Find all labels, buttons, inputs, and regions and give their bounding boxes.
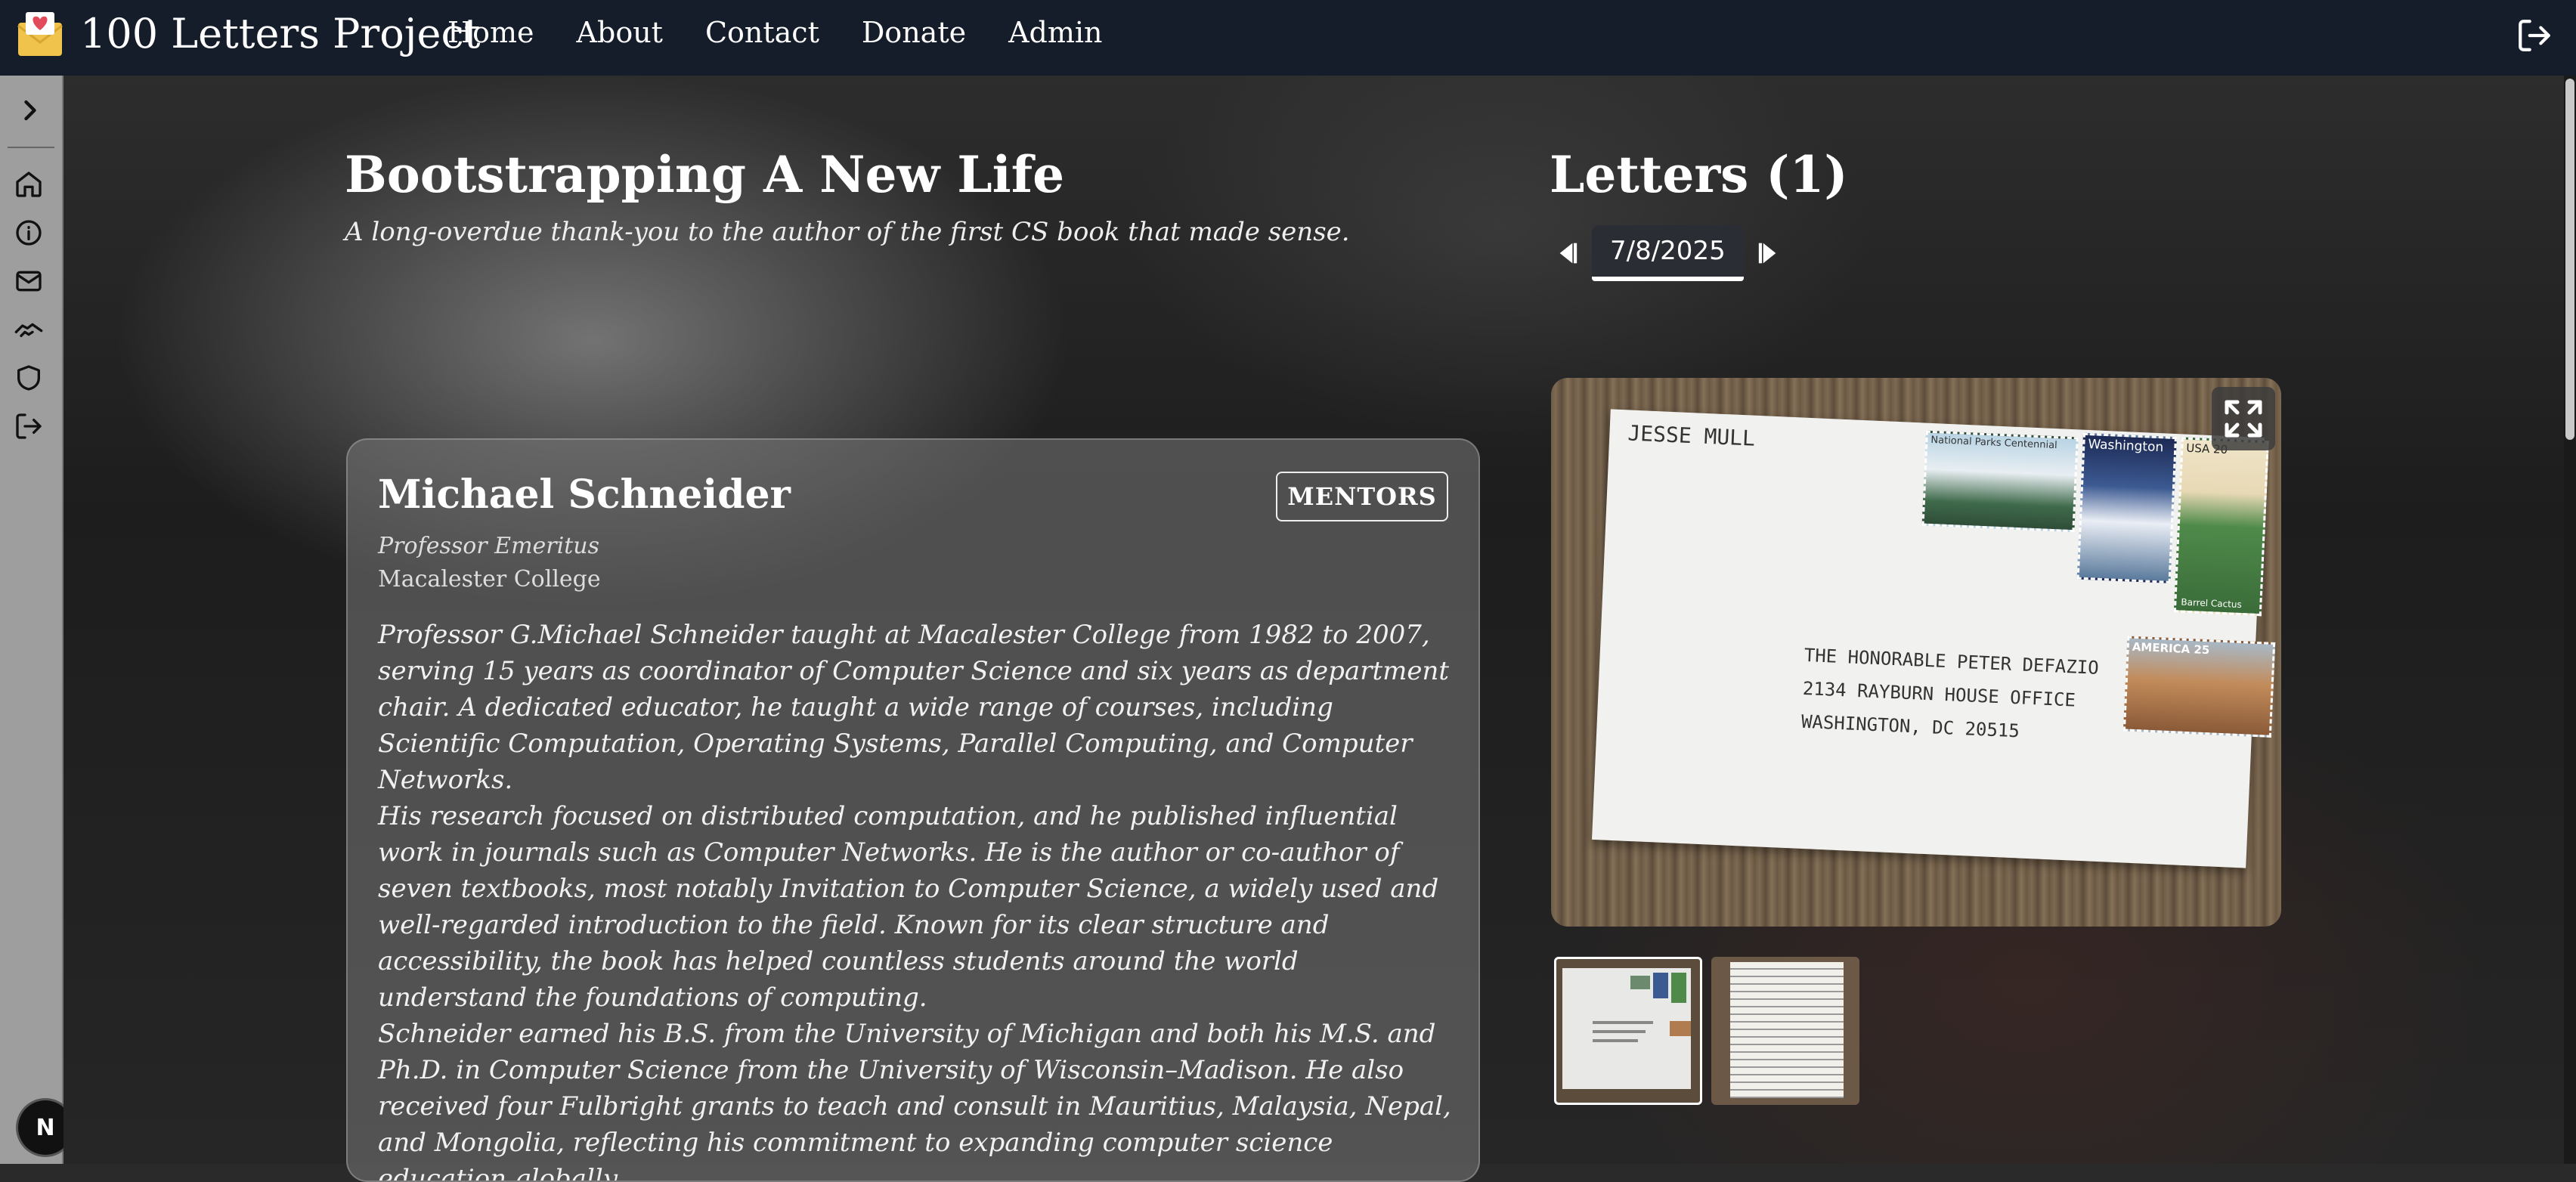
fullscreen-expand-icon[interactable] [2212, 387, 2275, 450]
nav-links: Home About Contact Donate Admin [447, 14, 1145, 51]
nav-home-link[interactable]: Home [447, 14, 534, 51]
recipient-name: Michael Schneider [378, 472, 791, 518]
nav-donate-link[interactable]: Donate [862, 14, 966, 51]
letters-title: Letters (1) [1550, 145, 1848, 204]
stamp: Washington [2076, 432, 2177, 583]
stamp-label: AMERICA 25 [2132, 639, 2210, 658]
handshake-icon[interactable] [14, 314, 44, 345]
envelope-address-line: WASHINGTON, DC 20515 [1800, 710, 2020, 742]
next-letter-icon[interactable] [1754, 238, 1785, 268]
stamp-label: National Parks Centennial [1930, 434, 2058, 452]
envelope-sender: JESSE MULL [1627, 420, 1756, 451]
love-letter-logo-icon[interactable] [15, 9, 65, 59]
mail-icon[interactable] [14, 266, 44, 296]
envelope-address-line: THE HONORABLE PETER DEFAZIO [1804, 644, 2100, 679]
envelope-address-line: 2134 RAYBURN HOUSE OFFICE [1802, 677, 2076, 711]
thumbnail-letter-image [1730, 962, 1844, 1098]
sidebar-divider [8, 147, 54, 148]
bio-paragraph: His research focused on distributed comp… [378, 801, 1439, 1013]
envelope: JESSE MULL National Parks Centennial Was… [1591, 409, 2276, 868]
home-icon[interactable] [14, 169, 44, 200]
bio-paragraph: Professor G.Michael Schneider taught at … [378, 620, 1450, 795]
recipient-card: Michael Schneider MENTORS Professor Emer… [346, 438, 1480, 1182]
category-mentors-button[interactable]: MENTORS [1276, 472, 1448, 521]
stamp: AMERICA 25 [2122, 636, 2276, 738]
envelope-thumbnail[interactable] [1554, 957, 1702, 1105]
top-navbar: 100 Letters Project Home About Contact D… [0, 0, 2576, 76]
page-title: Bootstrapping A New Life [345, 145, 1065, 204]
page-subtitle: A long-overdue thank-you to the author o… [345, 217, 1350, 247]
stamp-label: Washington [2087, 436, 2164, 456]
stamp: National Parks Centennial [1921, 430, 2079, 533]
nav-contact-link[interactable]: Contact [705, 14, 819, 51]
stamp-label: Barrel Cactus [2181, 596, 2243, 611]
letter-page-thumbnail[interactable] [1711, 957, 1859, 1105]
chevron-right-icon[interactable] [14, 94, 47, 127]
sidebar [0, 76, 63, 1164]
info-icon[interactable] [14, 218, 44, 248]
letter-date-tab[interactable]: 7/8/2025 [1592, 225, 1744, 281]
recipient-role: Professor Emeritus [378, 533, 599, 559]
brand-title[interactable]: 100 Letters Project [80, 9, 480, 59]
recipient-organization: Macalester College [378, 566, 601, 593]
nav-about-link[interactable]: About [577, 14, 663, 51]
letter-photo[interactable]: JESSE MULL National Parks Centennial Was… [1551, 378, 2281, 927]
bio-paragraph: Schneider earned his B.S. from the Unive… [378, 1019, 1451, 1182]
nav-admin-link[interactable]: Admin [1008, 14, 1102, 51]
previous-letter-icon[interactable] [1551, 238, 1581, 268]
letter-date-navigator: 7/8/2025 [1551, 225, 1785, 281]
sidebar-logout-icon[interactable] [14, 411, 44, 441]
scrollbar-thumb[interactable] [2565, 79, 2574, 440]
thumbnail-envelope-image [1562, 968, 1691, 1089]
stamp: USA 20 Barrel Cactus [2173, 437, 2269, 617]
logout-icon[interactable] [2516, 17, 2553, 54]
shield-icon[interactable] [14, 363, 44, 393]
